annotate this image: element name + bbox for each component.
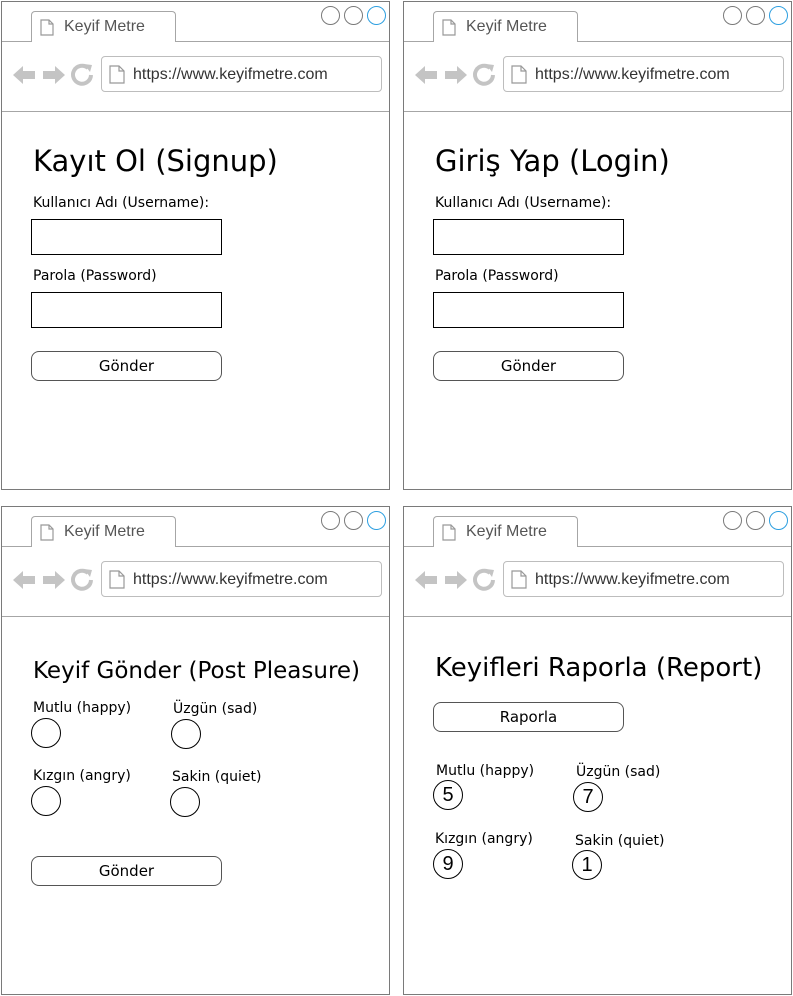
page-title: Giriş Yap (Login) bbox=[435, 144, 670, 178]
window-controls bbox=[723, 511, 788, 530]
forward-arrow-icon[interactable] bbox=[445, 571, 467, 589]
toolbar-divider bbox=[2, 616, 389, 617]
page-icon bbox=[511, 65, 527, 84]
browser-tab[interactable]: Keyif Metre bbox=[31, 11, 176, 42]
browser-window-post: Keyif Metre https://www.keyifmetre.com K… bbox=[1, 506, 390, 995]
address-bar[interactable]: https://www.keyifmetre.com bbox=[503, 56, 784, 92]
submit-button[interactable]: Gönder bbox=[31, 351, 222, 381]
page-icon bbox=[40, 19, 54, 36]
page-icon bbox=[40, 524, 54, 541]
password-label: Parola (Password) bbox=[33, 268, 157, 284]
forward-arrow-icon[interactable] bbox=[445, 66, 467, 84]
tab-title: Keyif Metre bbox=[466, 523, 547, 540]
report-label-angry: Kızgın (angry) bbox=[435, 831, 533, 847]
page-icon bbox=[442, 524, 456, 541]
restore-icon[interactable] bbox=[746, 511, 765, 530]
back-arrow-icon[interactable] bbox=[13, 571, 35, 589]
count-happy: 5 bbox=[433, 780, 463, 810]
navigation-buttons bbox=[11, 62, 93, 88]
username-label: Kullanıcı Adı (Username): bbox=[435, 195, 612, 211]
report-label-quiet: Sakin (quiet) bbox=[575, 833, 665, 849]
page-icon bbox=[109, 65, 125, 84]
maximize-icon[interactable] bbox=[769, 511, 788, 530]
reload-icon[interactable] bbox=[473, 568, 495, 591]
url-text: https://www.keyifmetre.com bbox=[133, 571, 328, 588]
password-label: Parola (Password) bbox=[435, 268, 559, 284]
password-field[interactable] bbox=[433, 292, 624, 328]
address-bar[interactable]: https://www.keyifmetre.com bbox=[101, 561, 382, 597]
restore-icon[interactable] bbox=[344, 511, 363, 530]
window-controls bbox=[723, 6, 788, 25]
minimize-icon[interactable] bbox=[723, 511, 742, 530]
forward-arrow-icon[interactable] bbox=[43, 571, 65, 589]
toolbar-divider bbox=[2, 111, 389, 112]
reload-icon[interactable] bbox=[71, 63, 93, 86]
tab-title: Keyif Metre bbox=[64, 18, 145, 35]
window-controls bbox=[321, 511, 386, 530]
browser-window-login: Keyif Metre https://www.keyifmetre.com G… bbox=[403, 1, 792, 490]
back-arrow-icon[interactable] bbox=[415, 571, 437, 589]
minimize-icon[interactable] bbox=[321, 511, 340, 530]
restore-icon[interactable] bbox=[344, 6, 363, 25]
address-bar[interactable]: https://www.keyifmetre.com bbox=[101, 56, 382, 92]
url-text: https://www.keyifmetre.com bbox=[535, 66, 730, 83]
report-label-sad: Üzgün (sad) bbox=[576, 764, 661, 780]
browser-window-report: Keyif Metre https://www.keyifmetre.com K… bbox=[403, 506, 792, 995]
browser-tab[interactable]: Keyif Metre bbox=[433, 516, 578, 547]
toolbar-divider bbox=[404, 616, 791, 617]
page-title: Keyif Gönder (Post Pleasure) bbox=[33, 658, 361, 684]
radio-angry[interactable] bbox=[31, 786, 61, 816]
option-label-sad: Üzgün (sad) bbox=[173, 701, 258, 717]
back-arrow-icon[interactable] bbox=[13, 66, 35, 84]
back-arrow-icon[interactable] bbox=[415, 66, 437, 84]
browser-tab[interactable]: Keyif Metre bbox=[31, 516, 176, 547]
username-field[interactable] bbox=[31, 219, 222, 255]
count-sad: 7 bbox=[573, 782, 603, 812]
report-button[interactable]: Raporla bbox=[433, 702, 624, 732]
tab-title: Keyif Metre bbox=[64, 523, 145, 540]
submit-button[interactable]: Gönder bbox=[31, 856, 222, 886]
minimize-icon[interactable] bbox=[321, 6, 340, 25]
username-label: Kullanıcı Adı (Username): bbox=[33, 195, 210, 211]
count-angry: 9 bbox=[433, 849, 463, 879]
page-title: Keyifleri Raporla (Report) bbox=[435, 653, 763, 683]
page-icon bbox=[442, 19, 456, 36]
report-label-happy: Mutlu (happy) bbox=[436, 763, 535, 779]
username-field[interactable] bbox=[433, 219, 624, 255]
minimize-icon[interactable] bbox=[723, 6, 742, 25]
option-label-quiet: Sakin (quiet) bbox=[172, 769, 262, 785]
browser-tab[interactable]: Keyif Metre bbox=[433, 11, 578, 42]
page-icon bbox=[511, 570, 527, 589]
page-icon bbox=[109, 570, 125, 589]
count-quiet: 1 bbox=[572, 850, 602, 880]
toolbar-divider bbox=[404, 111, 791, 112]
maximize-icon[interactable] bbox=[367, 6, 386, 25]
navigation-buttons bbox=[413, 62, 495, 88]
reload-icon[interactable] bbox=[473, 63, 495, 86]
reload-icon[interactable] bbox=[71, 568, 93, 591]
radio-happy[interactable] bbox=[31, 718, 61, 748]
address-bar[interactable]: https://www.keyifmetre.com bbox=[503, 561, 784, 597]
option-label-angry: Kızgın (angry) bbox=[33, 768, 131, 784]
submit-button[interactable]: Gönder bbox=[433, 351, 624, 381]
maximize-icon[interactable] bbox=[769, 6, 788, 25]
window-controls bbox=[321, 6, 386, 25]
tab-title: Keyif Metre bbox=[466, 18, 547, 35]
url-text: https://www.keyifmetre.com bbox=[133, 66, 328, 83]
navigation-buttons bbox=[413, 567, 495, 593]
maximize-icon[interactable] bbox=[367, 511, 386, 530]
browser-window-signup: Keyif Metre https://www.keyifmetre.com K… bbox=[1, 1, 390, 490]
radio-quiet[interactable] bbox=[170, 787, 200, 817]
page-title: Kayıt Ol (Signup) bbox=[33, 144, 278, 178]
option-label-happy: Mutlu (happy) bbox=[33, 700, 132, 716]
navigation-buttons bbox=[11, 567, 93, 593]
forward-arrow-icon[interactable] bbox=[43, 66, 65, 84]
restore-icon[interactable] bbox=[746, 6, 765, 25]
radio-sad[interactable] bbox=[171, 719, 201, 749]
url-text: https://www.keyifmetre.com bbox=[535, 571, 730, 588]
password-field[interactable] bbox=[31, 292, 222, 328]
